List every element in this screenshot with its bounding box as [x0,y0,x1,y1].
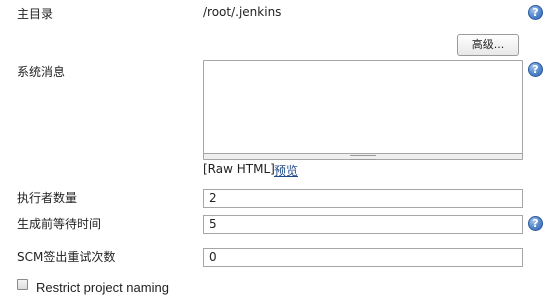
grip-lines [350,155,376,160]
preview-link[interactable]: 预览 [274,162,298,179]
system-message-label: 系统消息 [17,65,66,79]
raw-html-label: [Raw HTML] [203,162,275,176]
help-icon[interactable]: ? [528,216,543,231]
system-message-textarea[interactable] [203,60,523,160]
system-message-text [204,61,522,153]
advanced-button[interactable]: 高级... [457,34,519,56]
executors-label: 执行者数量 [17,191,78,205]
quiet-period-input[interactable]: 5 [203,215,523,234]
help-icon[interactable]: ? [528,5,543,20]
scm-retry-label: SCM签出重试次数 [17,250,116,264]
executors-input[interactable]: 2 [203,189,523,208]
restrict-naming-label: Restrict project naming [36,280,169,295]
quiet-period-label: 生成前等待时间 [17,217,102,231]
help-icon[interactable]: ? [528,62,543,77]
home-dir-value: /root/.jenkins [203,5,282,19]
restrict-naming-checkbox[interactable] [17,279,28,290]
scm-retry-input[interactable]: 0 [203,248,523,267]
resize-grip[interactable] [204,153,522,160]
home-dir-label: 主目录 [17,7,54,21]
